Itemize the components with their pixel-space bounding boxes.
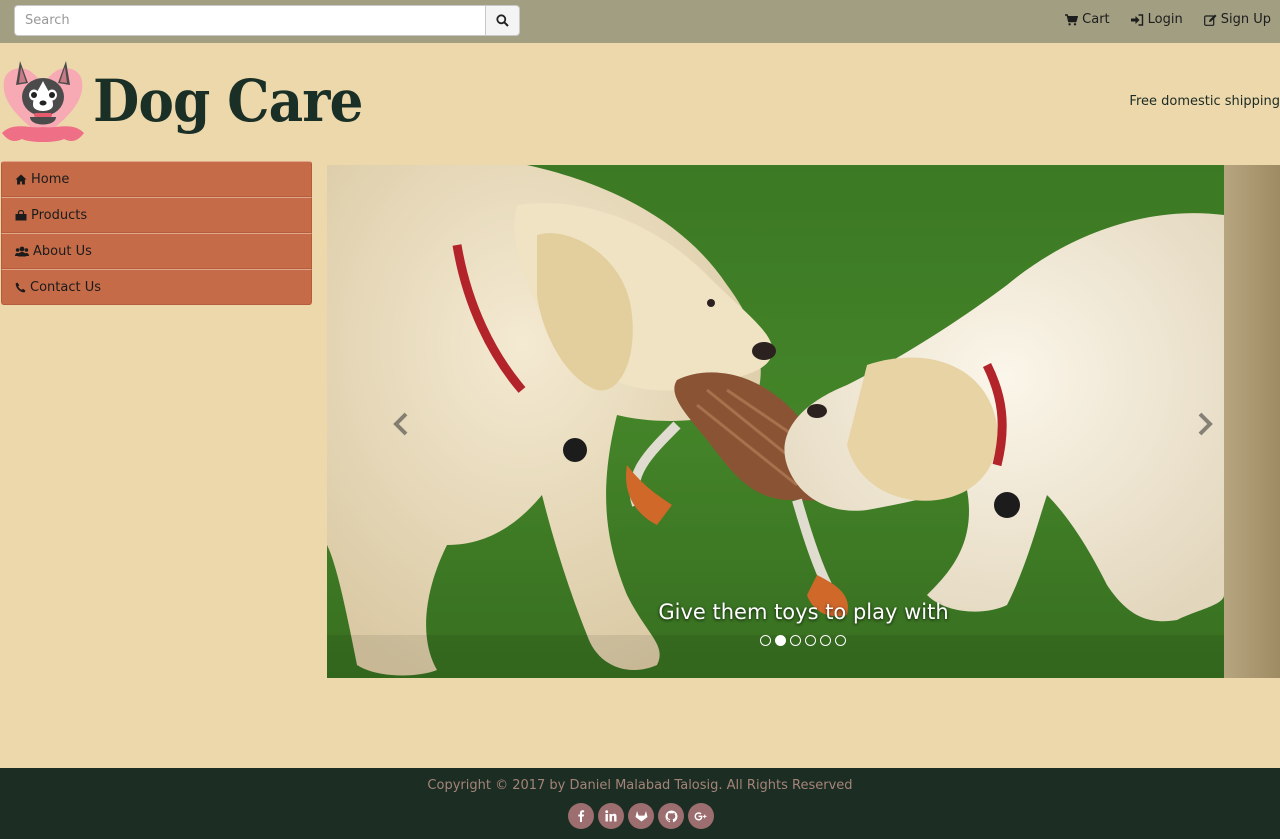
login-link[interactable]: Login [1130, 12, 1183, 27]
facebook-link[interactable] [568, 803, 594, 829]
login-label: Login [1147, 12, 1183, 27]
carousel-indicators [760, 635, 846, 646]
edit-icon [1203, 14, 1217, 26]
top-navbar: Cart Login Sign Up [0, 0, 1280, 43]
cart-icon [1065, 13, 1079, 25]
sidebar-item-contact-us[interactable]: Contact Us [1, 269, 312, 305]
sidebar-item-home[interactable]: Home [1, 161, 312, 197]
search-input[interactable] [14, 5, 485, 36]
shopping-bag-icon [15, 209, 27, 220]
brand-title[interactable]: Dog Care [93, 64, 363, 138]
search-icon [496, 14, 509, 27]
carousel-indicator[interactable] [820, 635, 831, 646]
carousel-prev-button[interactable] [389, 410, 413, 438]
footer: Copyright © 2017 by Daniel Malabad Talos… [0, 768, 1280, 839]
linkedin-icon [605, 810, 617, 822]
sidebar-item-label: About Us [33, 243, 92, 259]
search-button[interactable] [485, 5, 520, 36]
dog-logo-image[interactable] [0, 57, 86, 149]
sidebar-item-products[interactable]: Products [1, 197, 312, 233]
shipping-notice: Free domestic shipping [1129, 94, 1280, 109]
copyright-text: Copyright © 2017 by Daniel Malabad Talos… [427, 778, 853, 793]
carousel-indicator-active[interactable] [775, 635, 786, 646]
chevron-left-icon [393, 412, 408, 436]
phone-icon [15, 282, 26, 292]
account-links: Cart Login Sign Up [1065, 12, 1271, 27]
home-icon [15, 174, 27, 184]
login-icon [1130, 13, 1143, 26]
github-icon [664, 809, 678, 822]
gitlab-link[interactable] [628, 803, 654, 829]
sign-up-link[interactable]: Sign Up [1203, 12, 1271, 27]
cart-label: Cart [1082, 12, 1110, 27]
sidebar-item-about-us[interactable]: About Us [1, 233, 312, 269]
carousel-indicator[interactable] [805, 635, 816, 646]
carousel-next-button[interactable] [1193, 410, 1217, 438]
sidebar-item-label: Home [31, 171, 70, 187]
sidebar-menu: Home Products About Us Contact Us [1, 161, 312, 305]
facebook-icon [578, 810, 585, 822]
sign-up-label: Sign Up [1220, 12, 1271, 27]
sidebar-item-label: Contact Us [30, 279, 101, 295]
image-carousel: Give them toys to play with [327, 165, 1280, 678]
search-form [14, 5, 520, 36]
chevron-right-icon [1198, 412, 1213, 436]
sidebar-item-label: Products [31, 207, 88, 223]
gitlab-icon [635, 811, 647, 822]
google-plus-link[interactable] [688, 803, 714, 829]
linkedin-link[interactable] [598, 803, 624, 829]
carousel-indicator[interactable] [835, 635, 846, 646]
github-link[interactable] [658, 803, 684, 829]
users-icon [15, 246, 29, 256]
cart-link[interactable]: Cart [1065, 12, 1110, 27]
carousel-caption: Give them toys to play with [658, 600, 949, 624]
carousel-indicator[interactable] [760, 635, 771, 646]
google-plus-icon [694, 811, 707, 820]
carousel-indicator[interactable] [790, 635, 801, 646]
social-links [568, 803, 714, 829]
